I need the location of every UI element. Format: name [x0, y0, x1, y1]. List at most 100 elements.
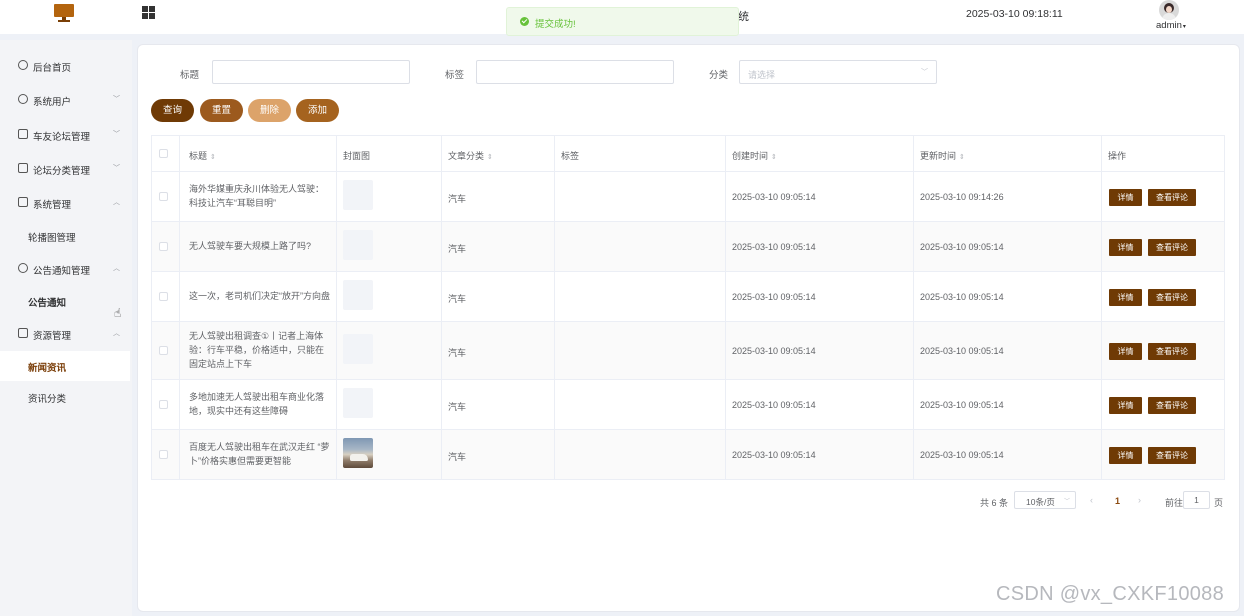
detail-button[interactable]: 详情 [1109, 189, 1142, 206]
category-select[interactable]: 请选择 ﹀ [739, 60, 937, 84]
detail-button[interactable]: 详情 [1109, 397, 1142, 414]
row-title: 无人驾驶车要大规模上路了吗? [189, 241, 312, 251]
row-checkbox[interactable] [159, 450, 168, 459]
column-header-created[interactable]: 创建时间 ⇕ [732, 149, 777, 162]
column-divider [554, 136, 555, 479]
sidebar-item-notice-admin[interactable]: 公告通知管理 ︿ [0, 254, 132, 284]
query-button[interactable]: 查询 [151, 99, 194, 122]
chevron-up-icon: ︿ [113, 199, 120, 206]
current-page[interactable]: 1 [1115, 496, 1120, 506]
row-updated: 2025-03-10 09:05:14 [920, 450, 1004, 460]
sort-icon[interactable]: ⇕ [771, 154, 777, 161]
sidebar-subitem-news[interactable]: 新闻资讯 [0, 351, 130, 381]
add-button[interactable]: 添加 [296, 99, 339, 122]
page-size-value: 10条/页 [1026, 497, 1055, 507]
chevron-down-icon: ﹀ [113, 165, 120, 172]
row-created: 2025-03-10 09:05:14 [732, 292, 816, 302]
row-checkbox[interactable] [159, 242, 168, 251]
sort-icon[interactable]: ⇕ [959, 154, 965, 161]
notice-icon [18, 263, 28, 273]
reset-button[interactable]: 重置 [200, 99, 243, 122]
row-title: 这一次，老司机们决定“放开”方向盘 [189, 291, 330, 301]
watermark: CSDN @vx_CXKF10088 [996, 583, 1225, 605]
delete-button[interactable]: 删除 [248, 99, 291, 122]
next-page-icon[interactable]: › [1138, 495, 1141, 505]
view-comments-button[interactable]: 查看评论 [1148, 239, 1196, 256]
sidebar-subitem-notice[interactable]: 公告通知 [0, 286, 132, 316]
page-size-select[interactable]: 10条/页 ﹀ [1014, 491, 1076, 509]
category-filter-label: 分类 [709, 70, 729, 81]
tag-filter-input[interactable] [476, 60, 674, 84]
row-updated: 2025-03-10 09:14:26 [920, 192, 1004, 202]
grid-icon[interactable] [142, 6, 155, 19]
cover-image [343, 230, 373, 260]
row-created: 2025-03-10 09:05:14 [732, 192, 816, 202]
view-comments-button[interactable]: 查看评论 [1148, 343, 1196, 360]
row-title: 无人驾驶出租调查①丨记者上海体验：行车平稳，价格适中，只能在固定站点上下车 [189, 331, 325, 369]
row-updated: 2025-03-10 09:05:14 [920, 346, 1004, 356]
row-created: 2025-03-10 09:05:14 [732, 346, 816, 356]
sidebar-item-label: 论坛分类管理 [33, 166, 91, 177]
tag-filter-label: 标签 [445, 70, 465, 81]
row-category: 汽车 [448, 194, 467, 204]
dashboard-icon [18, 60, 28, 70]
detail-button[interactable]: 详情 [1109, 447, 1142, 464]
column-header-title[interactable]: 标题 ⇕ [189, 149, 216, 162]
row-title: 海外华媒重庆永川体验无人驾驶：科技让汽车“耳聪目明” [189, 184, 325, 208]
avatar[interactable] [1159, 0, 1179, 20]
sort-icon[interactable]: ⇕ [210, 154, 216, 161]
detail-button[interactable]: 详情 [1109, 289, 1142, 306]
select-all-checkbox[interactable] [159, 149, 168, 158]
row-checkbox[interactable] [159, 400, 168, 409]
sidebar-item-forum[interactable]: 车友论坛管理 ﹀ [0, 120, 132, 150]
sidebar-item-system-admin[interactable]: 系统管理 ︿ [0, 188, 132, 218]
row-updated: 2025-03-10 09:05:14 [920, 242, 1004, 252]
row-checkbox[interactable] [159, 192, 168, 201]
table-row: 海外华媒重庆永川体验无人驾驶：科技让汽车“耳聪目明” 汽车 2025-03-10… [152, 172, 1224, 222]
sidebar-item-system-users[interactable]: 系统用户 ﹀ [0, 85, 132, 115]
sidebar-subitem-label: 轮播图管理 [28, 233, 76, 244]
page-unit-label: 页 [1214, 498, 1224, 508]
user-menu[interactable]: admin▾ [1156, 20, 1186, 31]
title-filter-input[interactable] [212, 60, 410, 84]
row-title: 百度无人驾驶出租车在武汉走红 “萝卜”价格实惠但需要更智能 [189, 442, 330, 466]
goto-page-input[interactable] [1183, 491, 1210, 509]
row-category: 汽车 [448, 348, 467, 358]
column-divider [913, 136, 914, 479]
view-comments-button[interactable]: 查看评论 [1148, 447, 1196, 464]
column-header-category[interactable]: 文章分类 ⇕ [448, 149, 493, 162]
goto-label: 前往 [1165, 498, 1184, 508]
column-divider [179, 136, 180, 479]
view-comments-button[interactable]: 查看评论 [1148, 397, 1196, 414]
cover-image [343, 438, 373, 468]
row-updated: 2025-03-10 09:05:14 [920, 400, 1004, 410]
column-header-updated[interactable]: 更新时间 ⇕ [920, 149, 965, 162]
pagination-total: 共 6 条 [980, 498, 1009, 508]
detail-button[interactable]: 详情 [1109, 239, 1142, 256]
title-filter-label: 标题 [180, 70, 200, 81]
sidebar-item-label: 资源管理 [33, 331, 72, 342]
folder-icon [18, 197, 28, 207]
table-row: 百度无人驾驶出租车在武汉走红 “萝卜”价格实惠但需要更智能 汽车 2025-03… [152, 430, 1224, 479]
sidebar-subitem-news-category[interactable]: 资讯分类 [0, 382, 132, 412]
forum-icon [18, 129, 28, 139]
sidebar-item-dashboard[interactable]: 后台首页 [0, 51, 132, 81]
row-checkbox[interactable] [159, 346, 168, 355]
cover-image [343, 180, 373, 210]
row-title: 多地加速无人驾驶出租车商业化落地，现实中还有这些障碍 [189, 392, 325, 416]
sidebar-subitem-carousel[interactable]: 轮播图管理 [0, 221, 132, 251]
view-comments-button[interactable]: 查看评论 [1148, 289, 1196, 306]
row-checkbox[interactable] [159, 292, 168, 301]
table-row: 无人驾驶出租调查①丨记者上海体验：行车平稳，价格适中，只能在固定站点上下车 汽车… [152, 322, 1224, 380]
view-comments-button[interactable]: 查看评论 [1148, 189, 1196, 206]
cover-image [343, 280, 373, 310]
sort-icon[interactable]: ⇕ [487, 154, 493, 161]
column-header-cover: 封面图 [343, 151, 371, 161]
row-category: 汽车 [448, 402, 467, 412]
sidebar-item-resources[interactable]: 资源管理 ︿ [0, 319, 132, 349]
chevron-down-icon: ﹀ [921, 69, 928, 76]
detail-button[interactable]: 详情 [1109, 343, 1142, 360]
prev-page-icon[interactable]: ‹ [1090, 495, 1093, 505]
sidebar-item-forum-category[interactable]: 论坛分类管理 ﹀ [0, 154, 132, 184]
caret-down-icon: ▾ [1182, 24, 1186, 30]
